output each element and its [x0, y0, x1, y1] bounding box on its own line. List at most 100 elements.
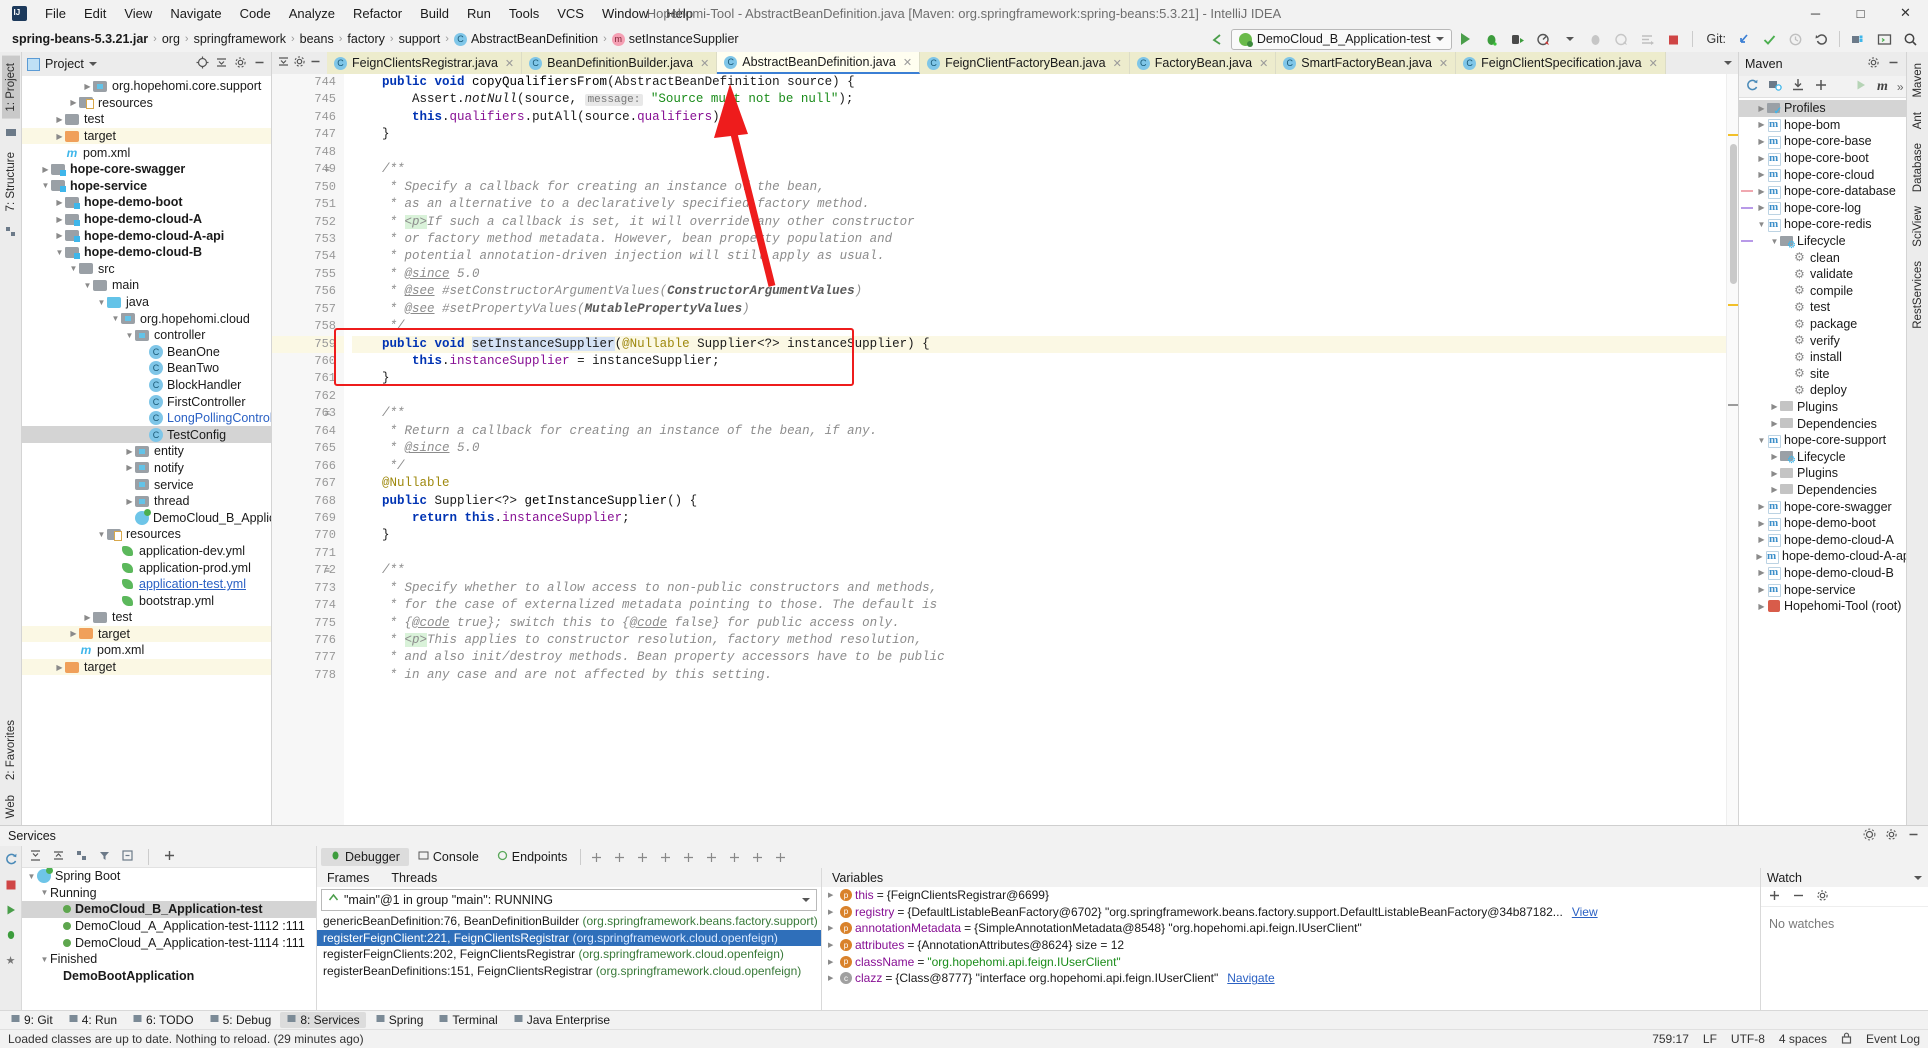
variable-row[interactable]: ▶ p registry = {DefaultListableBeanFactory…: [822, 904, 1760, 921]
variable-row[interactable]: ▶ p className = "org.hopehomi.api.feign.IU…: [822, 953, 1760, 970]
search-icon[interactable]: [1898, 28, 1922, 50]
maven-tree-row[interactable]: Lifecycle: [1739, 233, 1906, 251]
line-number[interactable]: 771: [272, 545, 344, 562]
chevron-down-icon[interactable]: [39, 955, 50, 964]
execute-maven-goal-icon[interactable]: m: [1877, 79, 1888, 95]
toolwindow-button-spring[interactable]: Spring: [369, 1012, 430, 1028]
chevron-right-icon[interactable]: [124, 463, 135, 472]
frame-row[interactable]: registerBeanDefinitions:151, FeignClient…: [317, 963, 821, 980]
chevron-down-icon[interactable]: [124, 331, 135, 340]
line-number[interactable]: 759: [272, 335, 368, 353]
chevron-down-icon[interactable]: [88, 62, 97, 66]
line-number[interactable]: 760: [272, 353, 344, 370]
rail-tab-restservices[interactable]: RestServices: [1909, 254, 1927, 336]
toolwindow-button-javaenterprise[interactable]: Java Enterprise: [507, 1012, 616, 1028]
breadcrumb-item-7[interactable]: m setInstanceSupplier: [608, 30, 743, 48]
chevron-right-icon[interactable]: [82, 82, 93, 91]
variables-list[interactable]: ▶ p this = {FeignClientsRegistrar@6699} ▶ p r…: [822, 887, 1760, 1010]
variable-action-link[interactable]: View: [1572, 905, 1598, 919]
project-tree-row[interactable]: notify: [22, 460, 271, 477]
project-tree-row[interactable]: target: [22, 658, 271, 676]
maven-tree-row[interactable]: hope-core-log: [1739, 200, 1906, 217]
chevron-right-icon[interactable]: [1756, 535, 1767, 544]
show-icon[interactable]: [121, 849, 134, 865]
rollback-icon[interactable]: [1809, 28, 1833, 50]
menu-item-navigate[interactable]: Navigate: [161, 3, 230, 24]
chevron-right-icon[interactable]: [1769, 419, 1780, 428]
editor-tab-6[interactable]: C FeignClientSpecification.java ✕: [1456, 52, 1666, 74]
editor-gutter[interactable]: 744745746747⊖748749≡⊖7507517527537547557…: [272, 74, 368, 825]
code-text[interactable]: public void copyQualifiersFrom(AbstractB…: [344, 74, 1738, 825]
breadcrumb-item-2[interactable]: springframework: [190, 30, 290, 48]
mute-breakpoints-icon[interactable]: [613, 851, 626, 864]
line-number[interactable]: 745: [272, 91, 344, 108]
project-tree-row[interactable]: test: [22, 609, 271, 626]
service-row[interactable]: Finished: [22, 951, 316, 968]
frame-row[interactable]: registerFeignClients:202, FeignClientsRe…: [317, 946, 821, 963]
layout-icon[interactable]: [590, 851, 603, 864]
maven-tree-row[interactable]: hope-demo-cloud-B: [1739, 565, 1906, 582]
add-icon[interactable]: [1768, 889, 1781, 905]
chevron-right-icon[interactable]: ▶: [828, 891, 837, 899]
javadoc-marker-icon[interactable]: ≡: [325, 406, 330, 423]
project-tree-row[interactable]: org.hopehomi.cloud: [22, 310, 271, 327]
line-number[interactable]: 777: [272, 649, 344, 666]
maven-tree-row[interactable]: Plugins: [1739, 399, 1906, 416]
line-number[interactable]: 754: [272, 248, 344, 265]
chevron-down-icon[interactable]: [1769, 237, 1780, 246]
breadcrumb-item-1[interactable]: org: [158, 30, 184, 48]
chevron-right-icon[interactable]: [82, 613, 93, 622]
chevron-right-icon[interactable]: [1756, 502, 1767, 511]
project-tree-row[interactable]: org.hopehomi.core.support: [22, 78, 271, 95]
chevron-right-icon[interactable]: [54, 663, 65, 672]
variable-row[interactable]: ▶ c clazz = {Class@8777} "interface org.ho…: [822, 970, 1760, 987]
editor-scrollbar[interactable]: [1726, 74, 1738, 825]
settings-icon[interactable]: [234, 56, 247, 72]
menu-item-tools[interactable]: Tools: [500, 3, 548, 24]
settings-gear-icon[interactable]: [293, 55, 306, 71]
editor-tab-3[interactable]: C FeignClientFactoryBean.java ✕: [920, 52, 1130, 74]
maven-tree-row[interactable]: site: [1739, 366, 1906, 383]
line-number[interactable]: 765: [272, 440, 344, 457]
terminal-icon[interactable]: [1872, 28, 1896, 50]
collapse-all-icon[interactable]: [52, 849, 65, 865]
minimize-button[interactable]: ─: [1793, 0, 1838, 26]
chevron-right-icon[interactable]: ▶: [828, 974, 837, 982]
rail-tab-structure[interactable]: 7: Structure: [2, 145, 20, 218]
expand-all-icon[interactable]: [29, 849, 42, 865]
stop-icon[interactable]: [1662, 28, 1686, 50]
force-step-icon[interactable]: [705, 851, 718, 864]
menu-item-code[interactable]: Code: [231, 3, 280, 24]
chevron-down-icon[interactable]: [1756, 436, 1767, 445]
project-tree-row[interactable]: C FirstController: [22, 393, 271, 410]
chevron-right-icon[interactable]: [1756, 120, 1767, 129]
chevron-down-icon-profiler[interactable]: [1558, 28, 1582, 50]
update-project-icon[interactable]: [1731, 28, 1755, 50]
line-number[interactable]: 749≡⊖: [272, 161, 354, 178]
hide-icon[interactable]: [1907, 828, 1920, 844]
line-number[interactable]: 776: [272, 632, 344, 649]
chevron-down-icon[interactable]: [54, 248, 65, 257]
rail-tab-project[interactable]: 1: Project: [1, 56, 20, 119]
run-icon[interactable]: [5, 904, 17, 919]
chevron-right-icon[interactable]: ▶: [828, 958, 837, 966]
hide-icon[interactable]: [253, 56, 266, 72]
project-tree-row[interactable]: resources: [22, 526, 271, 543]
chevron-right-icon[interactable]: [1754, 552, 1765, 561]
settings-icon[interactable]: [774, 851, 787, 864]
variable-action-link[interactable]: Navigate: [1227, 971, 1274, 985]
code-editor[interactable]: 744745746747⊖748749≡⊖7507517527537547557…: [272, 74, 1738, 825]
project-tree-row[interactable]: hope-core-swagger: [22, 161, 271, 178]
maven-tree-row[interactable]: Plugins: [1739, 465, 1906, 482]
line-number[interactable]: 766⊖: [272, 458, 354, 475]
project-tree-row[interactable]: controller: [22, 327, 271, 344]
project-tree-row[interactable]: m pom.xml: [22, 642, 271, 659]
chevron-right-icon[interactable]: [1769, 402, 1780, 411]
line-number[interactable]: 750: [272, 179, 344, 196]
project-tree-row[interactable]: bootstrap.yml: [22, 592, 271, 609]
line-number[interactable]: 772≡⊖: [272, 562, 354, 579]
chevron-right-icon[interactable]: [68, 98, 79, 107]
debugger-tab-debugger[interactable]: Debugger: [321, 848, 409, 866]
editor-tab-0[interactable]: C FeignClientsRegistrar.java ✕: [327, 52, 523, 74]
chevron-down-icon[interactable]: [82, 281, 93, 290]
